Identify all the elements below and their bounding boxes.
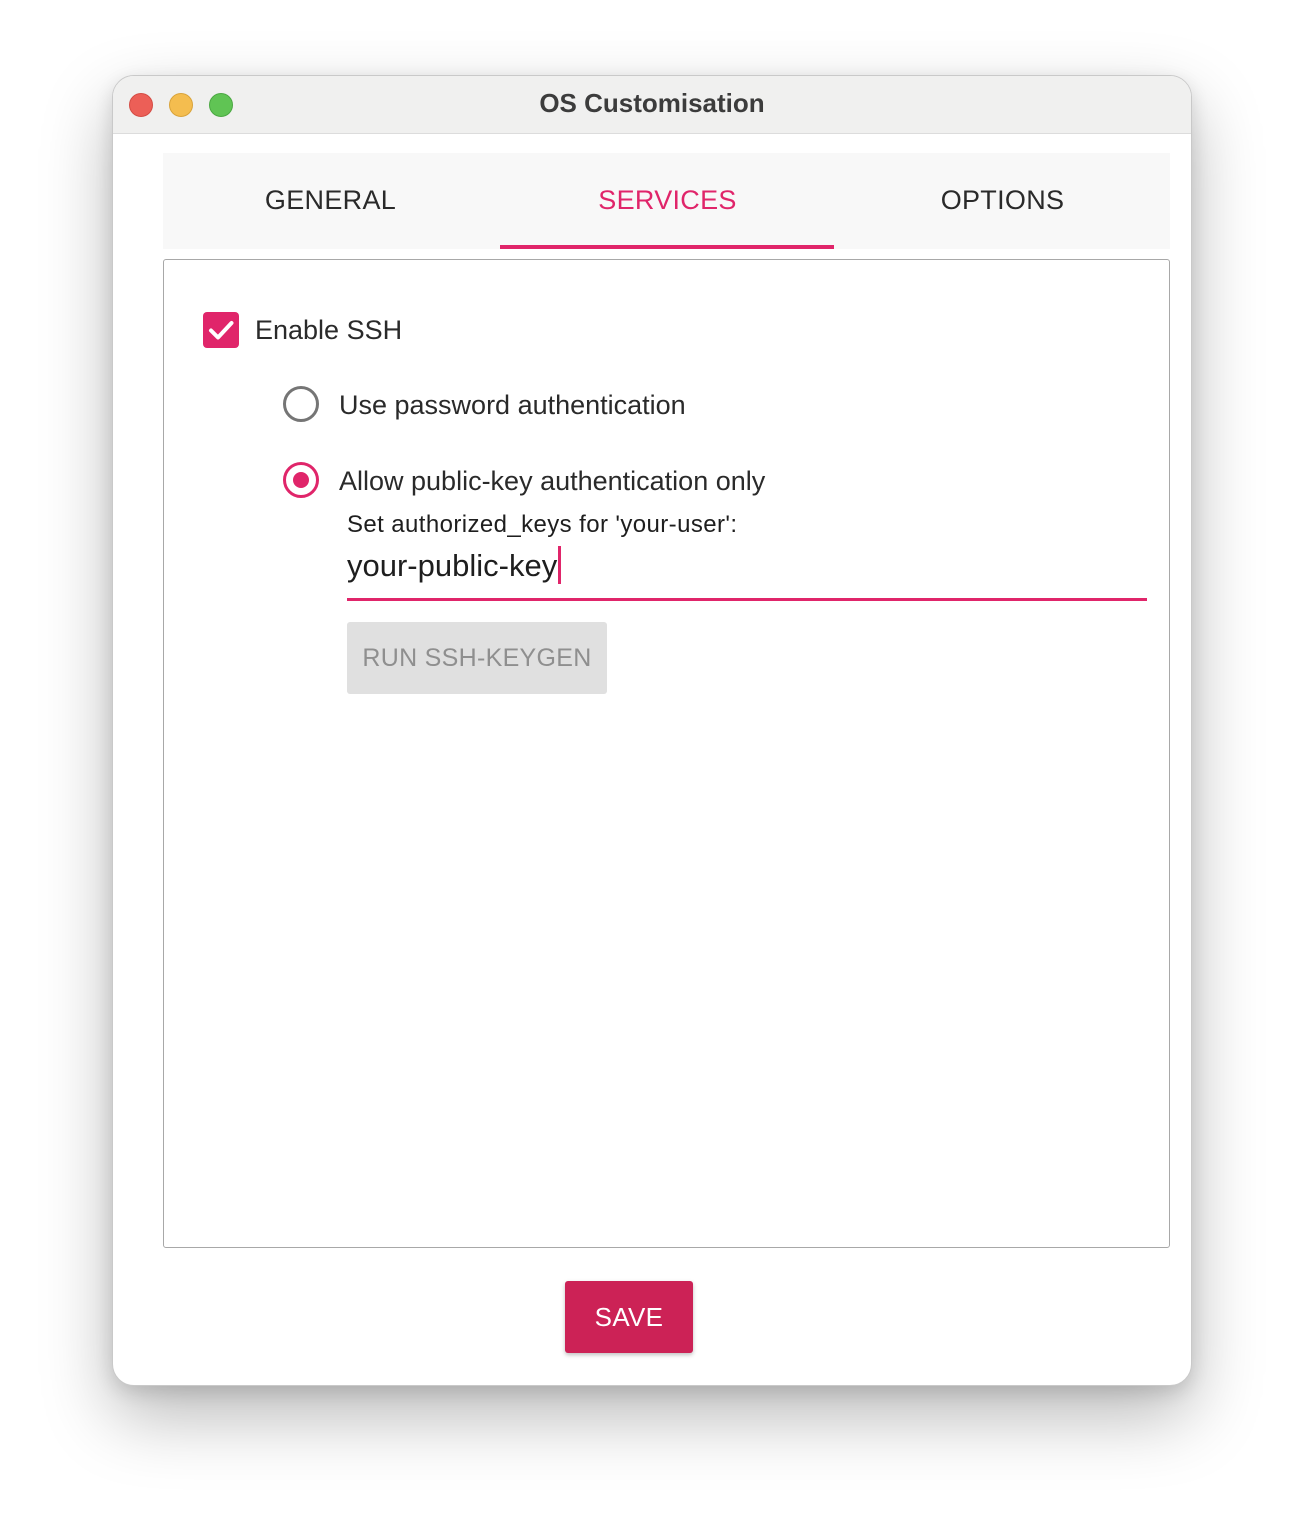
authorized-keys-input[interactable] <box>347 542 1147 601</box>
public-key-auth-radio[interactable] <box>283 462 319 498</box>
title-bar[interactable]: OS Customisation <box>113 76 1191 134</box>
enable-ssh-checkbox[interactable] <box>203 312 239 348</box>
checkmark-icon <box>209 321 234 340</box>
authorized-keys-label: Set authorized_keys for 'your-user': <box>347 511 738 538</box>
radio-selected-dot <box>293 472 309 488</box>
services-panel: Enable SSH Use password authentication A… <box>163 259 1170 1248</box>
enable-ssh-label[interactable]: Enable SSH <box>255 312 402 348</box>
save-button[interactable]: SAVE <box>565 1281 693 1353</box>
os-customisation-window: OS Customisation GENERAL SERVICES OPTION… <box>112 75 1192 1386</box>
tab-options[interactable]: OPTIONS <box>835 153 1170 249</box>
active-tab-indicator <box>500 245 834 249</box>
tab-services[interactable]: SERVICES <box>500 153 835 249</box>
run-ssh-keygen-button[interactable]: RUN SSH-KEYGEN <box>347 622 607 694</box>
tab-general[interactable]: GENERAL <box>163 153 498 249</box>
public-key-auth-label[interactable]: Allow public-key authentication only <box>339 463 765 499</box>
window-title: OS Customisation <box>539 88 765 118</box>
password-auth-radio[interactable] <box>283 386 319 422</box>
tab-bar: GENERAL SERVICES OPTIONS <box>163 153 1170 249</box>
password-auth-label[interactable]: Use password authentication <box>339 387 686 423</box>
